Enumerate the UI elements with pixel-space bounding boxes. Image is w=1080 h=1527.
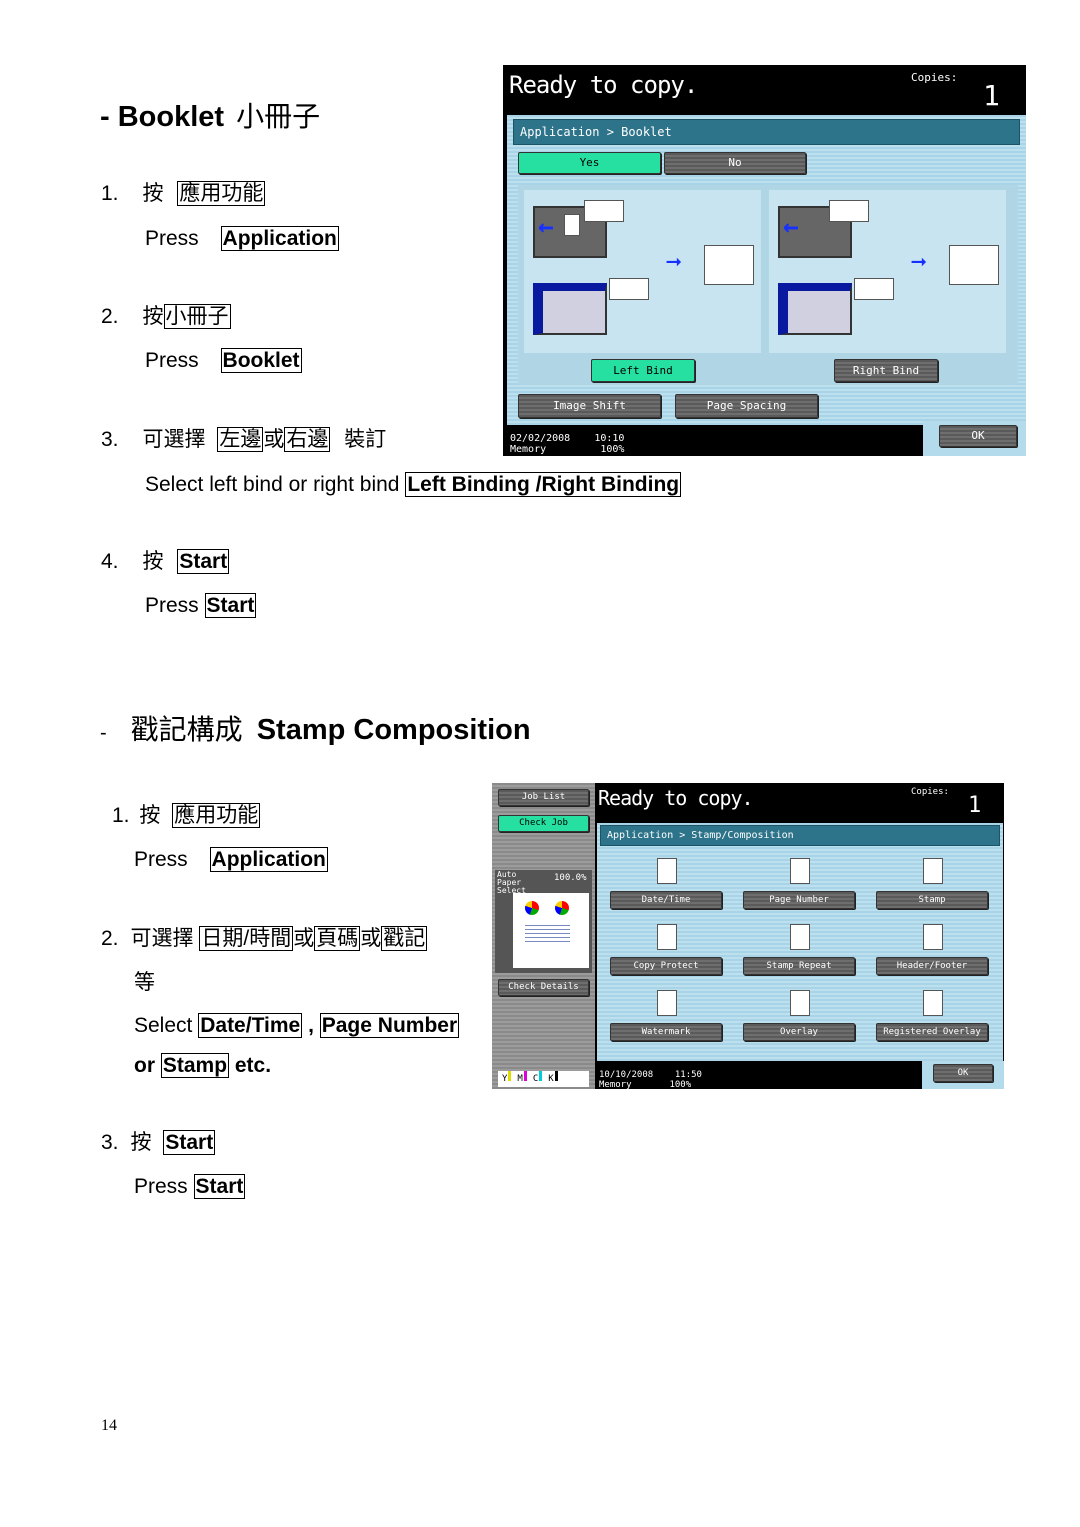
registered-overlay-icon bbox=[923, 990, 943, 1016]
copy-protect-icon bbox=[657, 924, 677, 950]
side-panel: Job List Check Job Auto Paper Select 100… bbox=[492, 783, 595, 1089]
job-list-button[interactable]: Job List bbox=[498, 789, 589, 806]
status-text: Ready to copy. bbox=[598, 786, 754, 810]
overlay-icon bbox=[790, 990, 810, 1016]
stamp-step-2-en: Select Date/Time , Page Number bbox=[134, 1013, 460, 1038]
booklet-step-2: 2. 按小冊子 bbox=[101, 304, 231, 329]
watermark-icon bbox=[657, 990, 677, 1016]
stamp-step-1: 1. 按 應用功能 bbox=[112, 803, 261, 828]
image-shift-button[interactable]: Image Shift bbox=[518, 394, 661, 418]
stamp-step-3-en: Press Start bbox=[134, 1174, 246, 1199]
ok-button[interactable]: OK bbox=[939, 425, 1017, 447]
copies-count: 1 bbox=[968, 793, 982, 818]
booklet-heading: - Booklet 小冊子 bbox=[100, 101, 321, 133]
booklet-step-3: 3. 可選擇 左邊或右邊 裝訂 bbox=[101, 427, 387, 452]
breadcrumb: Application > Stamp/Composition bbox=[600, 825, 1000, 846]
page-number-icon bbox=[790, 858, 810, 884]
stamp-copier-screenshot: Job List Check Job Auto Paper Select 100… bbox=[492, 783, 1004, 1089]
header-footer-icon bbox=[923, 924, 943, 950]
booklet-step-4: 4. 按 Start bbox=[101, 549, 230, 574]
paper-select: Auto Paper Select bbox=[497, 870, 526, 895]
page-number: 14 bbox=[101, 1417, 117, 1434]
status-text: Ready to copy. bbox=[509, 71, 698, 99]
copies-count: 1 bbox=[983, 79, 1000, 112]
stamp-step-2: 2. 可選擇 日期/時間或頁碼或戳記 bbox=[101, 926, 428, 951]
booklet-panel: Application > Booklet Yes No ← ➞ ← ➞ Lef… bbox=[507, 115, 1026, 425]
preview-thumbnail bbox=[513, 893, 589, 968]
breadcrumb: Application > Booklet bbox=[513, 119, 1020, 145]
stamp-step-1-en: Press Application bbox=[134, 847, 328, 872]
stamp-panel: Application > Stamp/Composition Date/Tim… bbox=[597, 823, 1003, 1061]
booklet-step-2-en: Press Booklet bbox=[145, 348, 302, 373]
copy-protect-button[interactable]: Copy Protect bbox=[610, 957, 722, 975]
check-details-button[interactable]: Check Details bbox=[498, 979, 589, 996]
stamp-step-3: 3. 按 Start bbox=[101, 1130, 216, 1155]
page-number-button[interactable]: Page Number bbox=[743, 891, 855, 909]
left-bind-illustration: ← ➞ bbox=[524, 190, 761, 353]
stamp-icon bbox=[923, 858, 943, 884]
registered-overlay-button[interactable]: Registered Overlay bbox=[876, 1023, 988, 1041]
yes-button[interactable]: Yes bbox=[518, 152, 661, 174]
booklet-copier-screenshot: Ready to copy. Copies: 1 Application > B… bbox=[503, 65, 1026, 456]
date-time-button[interactable]: Date/Time bbox=[610, 891, 722, 909]
booklet-step-1: 1. 按 應用功能 bbox=[101, 181, 266, 206]
copies-label: Copies: bbox=[911, 787, 949, 797]
stamp-heading: - 戳記構成 Stamp Composition bbox=[100, 714, 531, 746]
watermark-button[interactable]: Watermark bbox=[610, 1023, 722, 1041]
header-footer-button[interactable]: Header/Footer bbox=[876, 957, 988, 975]
zoom-level: 100.0% bbox=[554, 873, 587, 883]
left-bind-button[interactable]: Left Bind bbox=[591, 359, 695, 382]
booklet-step-3-en: Select left bind or right bind Left Bind… bbox=[145, 472, 682, 497]
right-bind-button[interactable]: Right Bind bbox=[834, 359, 938, 382]
copies-label: Copies: bbox=[911, 71, 958, 84]
date-time-icon bbox=[657, 858, 677, 884]
no-button[interactable]: No bbox=[664, 152, 806, 174]
date-time: 10/10/2008 11:50 Memory 100% bbox=[599, 1070, 702, 1089]
check-job-button[interactable]: Check Job bbox=[498, 815, 589, 832]
stamp-repeat-icon bbox=[790, 924, 810, 950]
booklet-step-4-en: Press Start bbox=[145, 593, 257, 618]
page-spacing-button[interactable]: Page Spacing bbox=[675, 394, 818, 418]
stamp-repeat-button[interactable]: Stamp Repeat bbox=[743, 957, 855, 975]
date-time: 02/02/2008 10:10 Memory 100% bbox=[510, 433, 625, 455]
overlay-button[interactable]: Overlay bbox=[743, 1023, 855, 1041]
booklet-step-1-en: Press Application bbox=[145, 226, 339, 251]
right-bind-illustration: ← ➞ bbox=[769, 190, 1006, 353]
stamp-step-2-en-line2: or Stamp etc. bbox=[134, 1053, 272, 1078]
toner-levels: YMCK bbox=[498, 1071, 589, 1087]
stamp-step-2-cn-line2: 等 bbox=[134, 971, 155, 994]
ok-button[interactable]: OK bbox=[933, 1064, 993, 1082]
stamp-button[interactable]: Stamp bbox=[876, 891, 988, 909]
